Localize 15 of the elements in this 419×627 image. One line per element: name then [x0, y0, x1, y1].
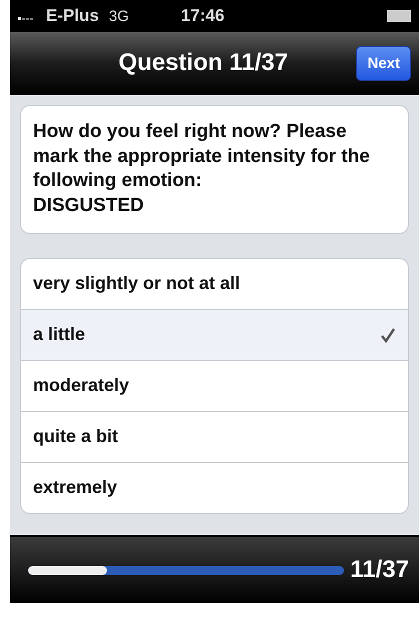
- option-row[interactable]: very slightly or not at all: [21, 258, 408, 309]
- option-row[interactable]: quite a bit: [21, 410, 408, 462]
- nav-title: Question 11/37: [118, 49, 289, 77]
- battery-icon: [387, 10, 411, 22]
- option-row[interactable]: a little: [21, 308, 408, 360]
- checkmark-icon: [380, 326, 396, 343]
- emotion-label: DISGUSTED: [33, 194, 145, 218]
- option-row[interactable]: extremely: [21, 462, 408, 513]
- clock-time: 17:46: [180, 6, 224, 26]
- question-text: How do you feel right now? Please mark the appropriate intensity for the following emotion:: [33, 120, 371, 194]
- network-type: 3G: [108, 8, 129, 24]
- next-button[interactable]: Next: [356, 46, 411, 80]
- option-row[interactable]: moderately: [21, 360, 408, 411]
- carrier-name: E-Plus: [46, 6, 99, 26]
- progress-count: 11/37: [350, 556, 409, 584]
